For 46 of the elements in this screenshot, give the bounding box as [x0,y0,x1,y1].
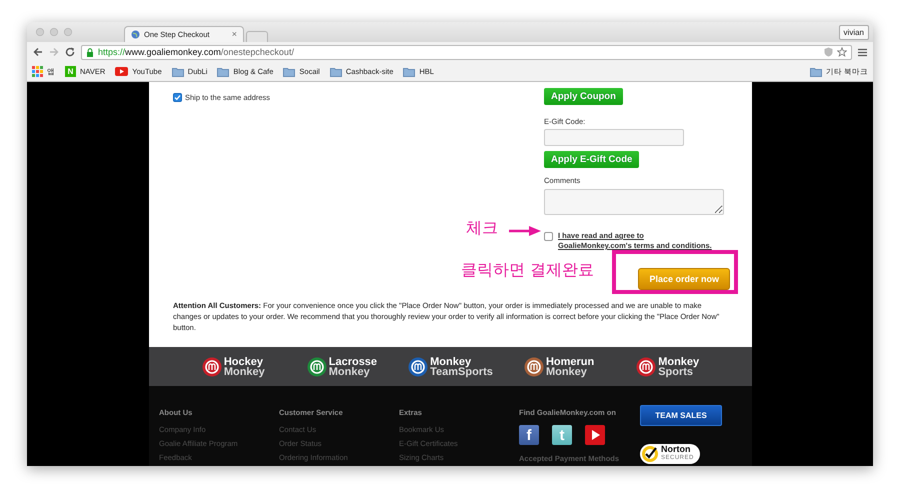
brand-name[interactable]: Monkey [658,356,700,366]
play-icon[interactable] [115,67,128,76]
folder-icon[interactable] [217,66,230,76]
new-tab-button[interactable] [246,31,268,42]
shield-icon[interactable] [824,47,833,57]
brand-logo-icon[interactable] [202,356,222,376]
comments-field[interactable] [544,189,724,215]
folder-icon[interactable] [403,66,416,76]
brand-name[interactable]: Monkey [546,366,594,376]
back-icon[interactable] [33,47,43,57]
brand-name[interactable]: Sports [658,366,700,376]
brand-name[interactable]: Lacrosse [328,356,378,366]
brand-logo-icon[interactable] [524,356,544,376]
brand-name[interactable]: Monkey [430,356,493,366]
brand-logo-icon[interactable] [306,356,327,376]
menu-icon[interactable] [858,48,867,56]
folder-icon[interactable] [810,66,822,76]
address-bar[interactable]: https://www.goaliemonkey.com/onestepcheckout/ [81,44,852,60]
checkbox[interactable] [173,93,182,102]
checkbox[interactable] [544,232,553,241]
profile-button[interactable]: vivian [838,25,869,40]
annotation-text: 체크 [466,218,498,239]
checkmark-icon [641,445,659,463]
folder-icon[interactable] [283,66,296,76]
team-sales-button[interactable]: TEAM SALES [640,405,722,426]
facebook-icon[interactable]: f [519,425,539,445]
brand-logo-icon[interactable] [636,356,656,376]
brand-name[interactable]: Homerun [546,356,594,366]
star-icon[interactable] [837,47,847,57]
arrow-icon [509,226,541,236]
folder-icon[interactable] [330,66,342,76]
brand-name[interactable]: TeamSports [430,366,493,376]
apps-icon[interactable] [32,66,43,77]
play-icon[interactable] [585,425,605,445]
forward-icon[interactable] [49,47,59,57]
brand-name[interactable]: Hockey [224,356,265,366]
globe-icon [131,30,140,39]
brand-name[interactable]: Monkey [224,366,265,376]
lock-icon [86,48,94,56]
folder-icon[interactable] [172,66,184,76]
close-icon[interactable]: × [232,30,237,39]
input-field[interactable] [544,129,684,146]
brand-logo-icon[interactable] [408,356,428,376]
brand-name[interactable]: Monkey [328,366,378,376]
reload-icon[interactable] [65,47,75,57]
annotation-text: 클릭하면 결제완료 [461,260,594,281]
